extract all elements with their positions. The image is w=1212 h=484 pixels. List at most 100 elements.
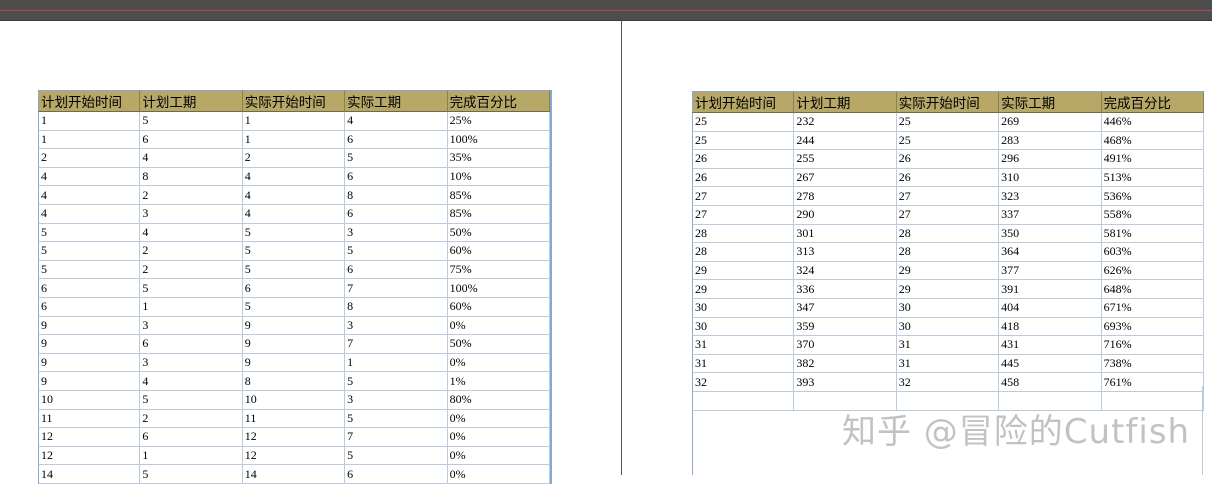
cell-actual-start[interactable]: 5: [242, 260, 346, 280]
cell-percent-complete[interactable]: 80%: [447, 390, 550, 410]
cell-planned-duration[interactable]: 1: [140, 297, 243, 317]
header-planned-duration[interactable]: 计划工期: [140, 90, 243, 112]
cell-planned-start[interactable]: 31: [692, 354, 795, 374]
cell-planned-start[interactable]: 29: [692, 261, 795, 281]
cell-actual-start[interactable]: 5: [242, 242, 346, 261]
cell-actual-duration[interactable]: 6: [345, 130, 448, 150]
cell-planned-duration[interactable]: 6: [140, 428, 243, 447]
cell-actual-start[interactable]: 28: [896, 243, 1000, 262]
cell-actual-start[interactable]: 4: [242, 167, 346, 187]
header-actual-start[interactable]: 实际开始时间: [896, 91, 1000, 113]
header-percent-complete[interactable]: 完成百分比: [447, 90, 550, 112]
cell-actual-duration[interactable]: 1: [345, 353, 448, 373]
cell-actual-duration[interactable]: 6: [345, 167, 448, 187]
cell-planned-start[interactable]: 26: [692, 150, 795, 169]
cell-actual-duration[interactable]: 337: [999, 205, 1102, 225]
cell-actual-duration[interactable]: 418: [999, 317, 1102, 337]
cell-actual-duration[interactable]: 404: [999, 298, 1102, 318]
cell-planned-start[interactable]: 26: [692, 168, 795, 188]
cell-actual-start[interactable]: 6: [242, 279, 346, 298]
cell-planned-start[interactable]: 30: [692, 298, 795, 318]
cell-actual-start[interactable]: 26: [896, 168, 1000, 188]
cell-planned-start[interactable]: 27: [692, 205, 795, 225]
cell-planned-start[interactable]: 5: [38, 242, 141, 261]
cell-percent-complete[interactable]: 50%: [447, 223, 550, 243]
header-planned-duration[interactable]: 计划工期: [794, 91, 897, 113]
cell-planned-duration[interactable]: 301: [794, 224, 897, 244]
cell-actual-start[interactable]: 31: [896, 336, 1000, 355]
cell-actual-start[interactable]: 27: [896, 187, 1000, 206]
cell-planned-start[interactable]: 25: [692, 113, 795, 132]
cell-planned-duration[interactable]: 382: [794, 354, 897, 374]
cell-actual-start[interactable]: 1: [242, 112, 346, 131]
cell-percent-complete[interactable]: 626%: [1101, 261, 1204, 281]
cell-percent-complete[interactable]: 10%: [447, 167, 550, 187]
cell-percent-complete[interactable]: 468%: [1101, 131, 1204, 151]
cell-actual-duration[interactable]: 7: [345, 335, 448, 354]
cell-percent-complete[interactable]: 85%: [447, 186, 550, 205]
cell-percent-complete[interactable]: 25%: [447, 112, 550, 131]
cell-actual-duration[interactable]: 323: [999, 187, 1102, 206]
cell-actual-duration[interactable]: 377: [999, 261, 1102, 281]
cell-planned-duration[interactable]: 370: [794, 336, 897, 355]
cell-percent-complete[interactable]: 0%: [447, 446, 550, 466]
cell-planned-duration[interactable]: 4: [140, 223, 243, 243]
cell-planned-start[interactable]: 6: [38, 297, 141, 317]
cell-planned-duration[interactable]: 267: [794, 168, 897, 188]
cell-percent-complete[interactable]: 716%: [1101, 336, 1204, 355]
cell-percent-complete[interactable]: 738%: [1101, 354, 1204, 374]
cell-actual-duration[interactable]: 283: [999, 131, 1102, 151]
cell-percent-complete[interactable]: 513%: [1101, 168, 1204, 188]
cell-planned-start[interactable]: 5: [38, 260, 141, 280]
cell-planned-duration[interactable]: 3: [140, 204, 243, 224]
cell-planned-start[interactable]: 31: [692, 336, 795, 355]
cell-planned-start[interactable]: 5: [38, 223, 141, 243]
cell-planned-start[interactable]: 4: [38, 186, 141, 205]
cell-planned-duration[interactable]: 347: [794, 298, 897, 318]
cell-percent-complete[interactable]: 85%: [447, 204, 550, 224]
cell-actual-start[interactable]: 11: [242, 409, 346, 429]
cell-planned-duration[interactable]: 232: [794, 113, 897, 132]
cell-actual-start[interactable]: 9: [242, 335, 346, 354]
cell-percent-complete[interactable]: 35%: [447, 149, 550, 168]
cell-percent-complete[interactable]: 75%: [447, 260, 550, 280]
cell-planned-start[interactable]: 29: [692, 280, 795, 299]
cell-actual-start[interactable]: 27: [896, 205, 1000, 225]
cell-planned-duration[interactable]: 2: [140, 186, 243, 205]
cell-planned-start[interactable]: 6: [38, 279, 141, 298]
cell-actual-start[interactable]: 4: [242, 186, 346, 205]
cell-planned-duration[interactable]: 5: [140, 390, 243, 410]
cell-planned-start[interactable]: 30: [692, 317, 795, 337]
cell-planned-duration[interactable]: 2: [140, 242, 243, 261]
cell-planned-duration[interactable]: 255: [794, 150, 897, 169]
cell-planned-start[interactable]: 1: [38, 130, 141, 150]
cell-actual-start[interactable]: 28: [896, 224, 1000, 244]
cell-planned-start[interactable]: 4: [38, 167, 141, 187]
cell-percent-complete[interactable]: 491%: [1101, 150, 1204, 169]
cell-actual-start[interactable]: 26: [896, 150, 1000, 169]
cell-actual-start[interactable]: 10: [242, 390, 346, 410]
cell-actual-duration[interactable]: 8: [345, 186, 448, 205]
cell-actual-start[interactable]: 8: [242, 372, 346, 391]
cell-percent-complete[interactable]: 693%: [1101, 317, 1204, 337]
cell-percent-complete[interactable]: 581%: [1101, 224, 1204, 244]
header-actual-duration[interactable]: 实际工期: [999, 91, 1102, 113]
cell-planned-duration[interactable]: 2: [140, 409, 243, 429]
cell-planned-duration[interactable]: 1: [140, 446, 243, 466]
cell-planned-start[interactable]: 11: [38, 409, 141, 429]
cell-planned-start[interactable]: 4: [38, 204, 141, 224]
cell-planned-duration[interactable]: 2: [140, 260, 243, 280]
cell-actual-start[interactable]: 12: [242, 446, 346, 466]
cell-planned-duration[interactable]: 6: [140, 335, 243, 354]
cell-percent-complete[interactable]: 100%: [447, 279, 550, 298]
header-planned-start[interactable]: 计划开始时间: [692, 91, 795, 113]
cell-actual-duration[interactable]: 5: [345, 446, 448, 466]
cell-actual-duration[interactable]: 6: [345, 260, 448, 280]
cell-planned-start[interactable]: 12: [38, 428, 141, 447]
cell-planned-start[interactable]: 12: [38, 446, 141, 466]
cell-actual-duration[interactable]: 269: [999, 113, 1102, 132]
cell-actual-duration[interactable]: 310: [999, 168, 1102, 188]
cell-actual-start[interactable]: 30: [896, 298, 1000, 318]
cell-actual-duration[interactable]: 3: [345, 390, 448, 410]
cell-actual-duration[interactable]: 6: [345, 204, 448, 224]
